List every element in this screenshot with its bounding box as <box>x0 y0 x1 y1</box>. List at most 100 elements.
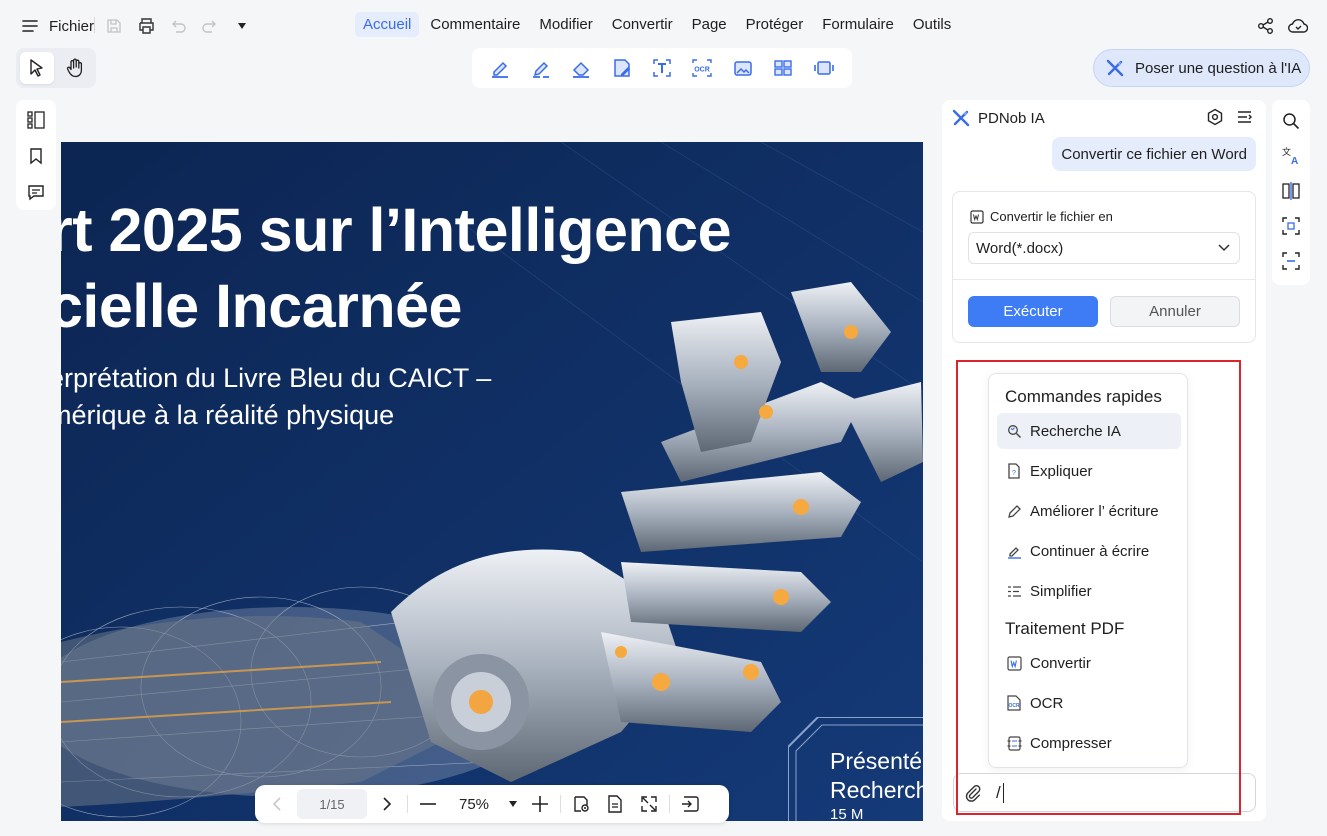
command-label: Continuer à écrire <box>1030 542 1150 560</box>
screen-capture-icon[interactable] <box>1279 249 1303 273</box>
prev-page-icon[interactable] <box>263 790 291 818</box>
bookmark-icon[interactable] <box>24 144 48 168</box>
cancel-button[interactable]: Annuler <box>1110 296 1240 327</box>
chat-input-value: / <box>996 782 1001 802</box>
compress-icon <box>1006 735 1022 751</box>
undo-icon[interactable] <box>166 14 190 38</box>
tab-modifier[interactable]: Modifier <box>531 12 600 37</box>
command-convertir[interactable]: Convertir <box>997 645 1181 681</box>
command-simplifier[interactable]: Simplifier <box>997 573 1181 609</box>
ask-ai-button[interactable]: Poser une question à l'IA <box>1093 49 1310 87</box>
format-select[interactable]: Word(*.docx) <box>968 232 1240 264</box>
highlight-icon[interactable] <box>487 55 513 81</box>
share-icon[interactable] <box>1254 14 1278 38</box>
command-compresser[interactable]: Compresser <box>997 725 1181 761</box>
settings-icon[interactable] <box>1206 108 1224 126</box>
quick-access-dropdown-icon[interactable] <box>230 14 254 38</box>
compare-icon[interactable] <box>1279 179 1303 203</box>
next-page-icon[interactable] <box>373 790 401 818</box>
zoom-dropdown-icon[interactable] <box>506 790 520 818</box>
zoom-level[interactable]: 75% <box>448 796 500 813</box>
tab-commentaire[interactable]: Commentaire <box>422 12 528 37</box>
eraser-icon[interactable] <box>568 55 594 81</box>
thumbnails-icon[interactable] <box>24 108 48 132</box>
page-number-input[interactable]: 1/15 <box>297 789 367 819</box>
convert-label: Convertir le fichier en <box>970 209 1113 224</box>
cloud-sync-icon[interactable] <box>1286 14 1310 38</box>
convert-action-card: Convertir le fichier en Word(*.docx) Exé… <box>952 191 1256 343</box>
screenshot-icon[interactable] <box>811 55 837 81</box>
hand-tool-button[interactable] <box>58 52 92 84</box>
scan-icon[interactable] <box>1279 214 1303 238</box>
divider <box>953 279 1255 280</box>
zoom-in-icon[interactable] <box>526 790 554 818</box>
word-file-icon <box>970 209 984 224</box>
fit-page-icon[interactable] <box>635 790 663 818</box>
ocr-icon[interactable]: OCR <box>689 55 715 81</box>
save-icon[interactable] <box>102 14 126 38</box>
command-label: Simplifier <box>1030 582 1092 600</box>
redo-icon[interactable] <box>198 14 222 38</box>
document-title-line-1: rt 2025 sur l’Intelligence <box>61 196 732 264</box>
document-footer-box: Présenté Recherch 15 M <box>788 717 923 821</box>
single-page-icon[interactable] <box>601 790 629 818</box>
chat-input-field[interactable]: / <box>953 773 1256 812</box>
execute-button[interactable]: Exécuter <box>968 296 1098 327</box>
underline-icon[interactable] <box>528 55 554 81</box>
document-subtitle-line-2: mérique à la réalité physique <box>61 400 395 430</box>
command-label: Recherche IA <box>1030 422 1121 440</box>
text-recognize-icon[interactable] <box>649 55 675 81</box>
tab-formulaire[interactable]: Formulaire <box>814 12 902 37</box>
cursor-mode-toggle <box>16 48 96 88</box>
comments-icon[interactable] <box>24 180 48 204</box>
read-mode-icon[interactable] <box>567 790 595 818</box>
divider <box>407 795 408 813</box>
collapse-panel-icon[interactable] <box>676 790 704 818</box>
svg-text:?: ? <box>1012 470 1016 477</box>
pen-icon <box>1006 503 1022 519</box>
quick-commands-title: Commandes rapides <box>1005 387 1162 406</box>
attachment-icon[interactable] <box>964 784 982 802</box>
merge-icon[interactable] <box>770 55 796 81</box>
print-icon[interactable] <box>134 14 158 38</box>
search-icon[interactable] <box>1279 109 1303 133</box>
tab-proteger[interactable]: Protéger <box>738 12 812 37</box>
command-ocr[interactable]: OCR OCR <box>997 685 1181 721</box>
image-icon[interactable] <box>730 55 756 81</box>
page-navigation-bar: 1/15 75% <box>255 785 729 823</box>
ask-ai-label: Poser une question à l'IA <box>1135 59 1302 77</box>
right-sidebar: 文A <box>1272 100 1310 285</box>
convert-label-text: Convertir le fichier en <box>990 209 1113 224</box>
quick-commands-menu: Commandes rapides Recherche IA ? Expliqu… <box>988 373 1188 768</box>
command-expliquer[interactable]: ? Expliquer <box>997 453 1181 489</box>
convert-icon <box>1006 655 1022 671</box>
explain-icon: ? <box>1006 463 1022 479</box>
text-caret <box>1002 782 1004 803</box>
select-tool-button[interactable] <box>20 52 54 84</box>
pdnob-logo-icon <box>952 109 970 127</box>
tab-accueil[interactable]: Accueil <box>355 12 420 37</box>
document-title-line-2: cielle Incarnée <box>61 272 462 340</box>
continue-write-icon <box>1006 543 1022 559</box>
file-menu[interactable]: Fichier <box>18 14 94 38</box>
search-ai-icon <box>1006 423 1022 439</box>
edit-text-icon[interactable] <box>609 55 635 81</box>
document-page: rt 2025 sur l’Intelligence cielle Incarn… <box>61 142 923 821</box>
tab-page[interactable]: Page <box>684 12 735 37</box>
zoom-out-icon[interactable] <box>414 790 442 818</box>
tab-outils[interactable]: Outils <box>905 12 959 37</box>
command-ameliorer-ecriture[interactable]: Améliorer l’ écriture <box>997 493 1181 529</box>
translate-icon[interactable]: 文A <box>1279 144 1303 168</box>
divider <box>94 17 95 33</box>
collapse-list-icon[interactable] <box>1236 108 1254 126</box>
svg-text:OCR: OCR <box>1008 703 1020 709</box>
ai-panel-title: PDNob IA <box>978 109 1045 127</box>
svg-text:A: A <box>1291 156 1298 166</box>
command-recherche-ia[interactable]: Recherche IA <box>997 413 1181 449</box>
document-subtitle: erprétation du Livre Bleu du CAICT – mér… <box>61 360 491 434</box>
tab-convertir[interactable]: Convertir <box>604 12 681 37</box>
hamburger-menu-icon <box>18 14 42 38</box>
command-label: Convertir <box>1030 654 1091 672</box>
cursor-arrow-icon <box>29 59 45 77</box>
command-continuer-ecrire[interactable]: Continuer à écrire <box>997 533 1181 569</box>
